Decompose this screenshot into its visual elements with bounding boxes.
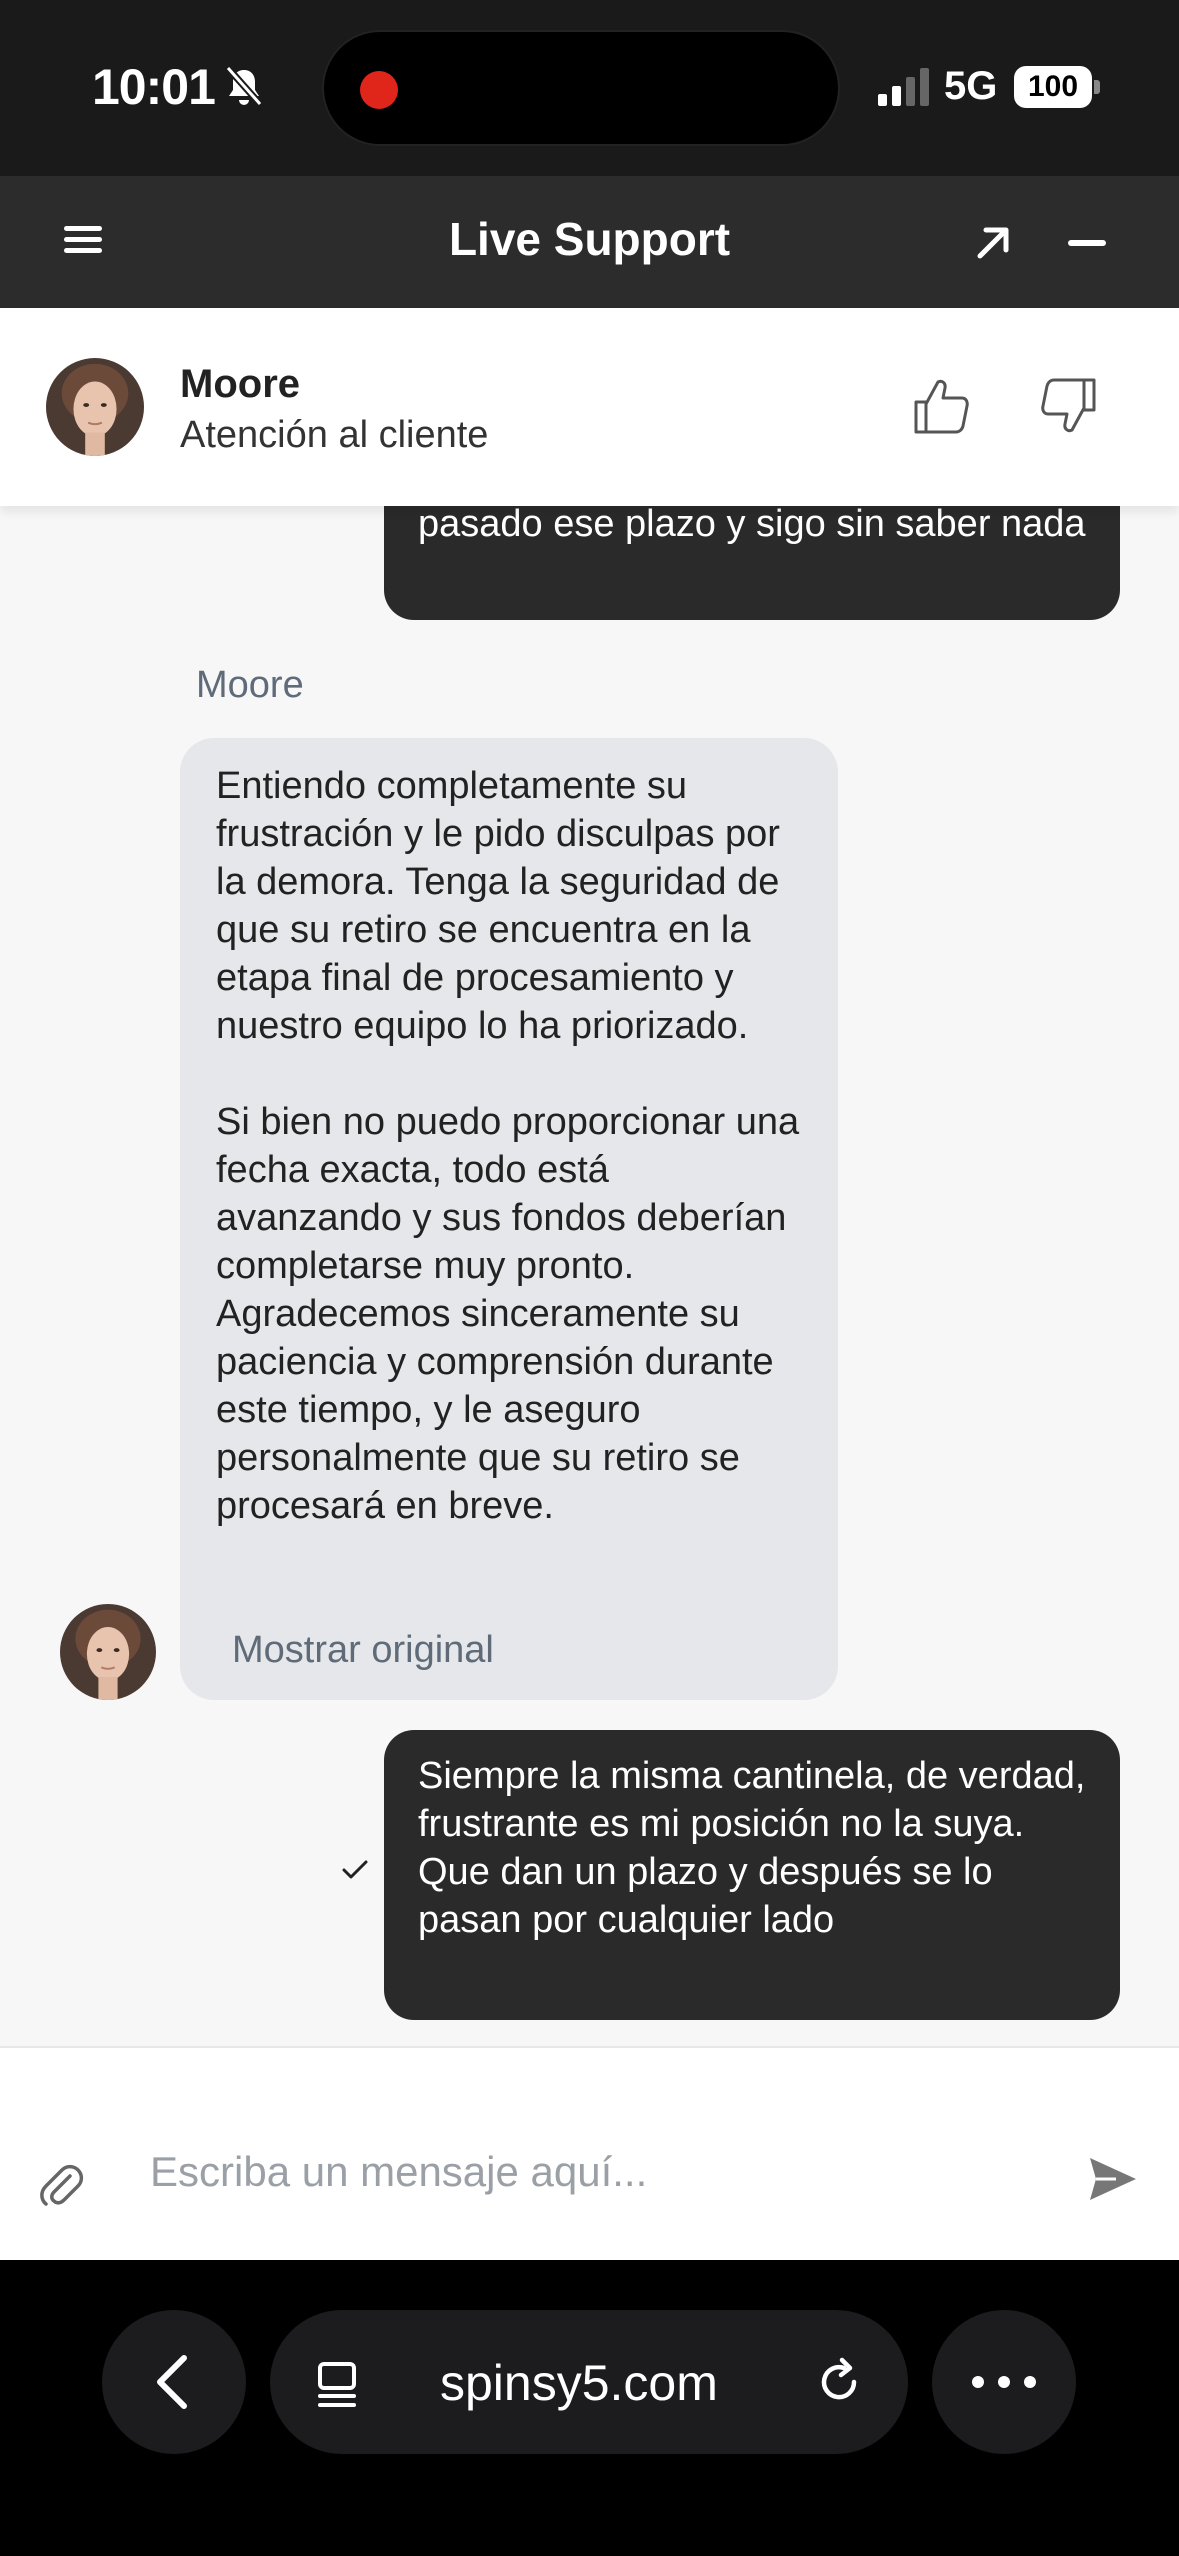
- checkmark-icon: [342, 1860, 368, 1879]
- minimize-icon[interactable]: [1068, 240, 1106, 246]
- bell-slash-icon: [225, 65, 263, 107]
- agent-avatar: [46, 358, 144, 456]
- dynamic-island: [322, 30, 840, 146]
- message-paragraph: Entiendo completamente su frustración y …: [216, 765, 780, 1047]
- browser-toolbar: spinsy5.com: [0, 2260, 1179, 2556]
- agent-role: Atención al cliente: [180, 414, 489, 456]
- agent-bar: Moore Atención al cliente: [0, 308, 1179, 506]
- thumbs-down-icon[interactable]: [1036, 374, 1100, 438]
- thumbs-up-icon[interactable]: [910, 374, 974, 438]
- message-input[interactable]: [150, 2136, 1030, 2208]
- agent-message-avatar: [60, 1604, 156, 1700]
- more-icon[interactable]: [932, 2310, 1076, 2454]
- back-button[interactable]: [102, 2310, 246, 2454]
- signal-icon: [878, 68, 929, 106]
- expand-icon[interactable]: [970, 220, 1016, 266]
- menu-icon[interactable]: [64, 220, 114, 264]
- message-outgoing: pasado ese plazo y sigo sin saber nada: [384, 506, 1120, 620]
- tabs-icon[interactable]: [314, 2360, 362, 2408]
- paperclip-icon[interactable]: [38, 2158, 84, 2208]
- chat-header: Live Support: [0, 176, 1179, 308]
- message-sender: Moore: [196, 664, 304, 706]
- message-outgoing: Siempre la misma cantinela, de verdad, f…: [384, 1730, 1120, 2020]
- send-icon[interactable]: [1086, 2152, 1140, 2206]
- address-bar[interactable]: spinsy5.com: [270, 2310, 908, 2454]
- agent-name: Moore: [180, 362, 300, 406]
- message-incoming: Entiendo completamente su frustración y …: [180, 738, 838, 1700]
- chat-messages[interactable]: pasado ese plazo y sigo sin saber nada M…: [0, 506, 1179, 2046]
- message-paragraph: Si bien no puedo proporcionar una fecha …: [216, 1101, 800, 1527]
- status-time: 10:01: [92, 59, 216, 115]
- reload-icon[interactable]: [814, 2356, 866, 2408]
- network-label: 5G: [944, 64, 998, 108]
- status-bar: 10:01 5G 100: [0, 0, 1179, 176]
- recording-dot-icon: [360, 71, 398, 109]
- back-icon: [157, 2355, 187, 2409]
- show-original-link[interactable]: Mostrar original: [232, 1626, 494, 1674]
- message-composer: [0, 2046, 1179, 2260]
- battery-cap: [1094, 80, 1100, 94]
- url-domain: spinsy5.com: [440, 2355, 718, 2411]
- battery-level: 100: [1014, 66, 1092, 108]
